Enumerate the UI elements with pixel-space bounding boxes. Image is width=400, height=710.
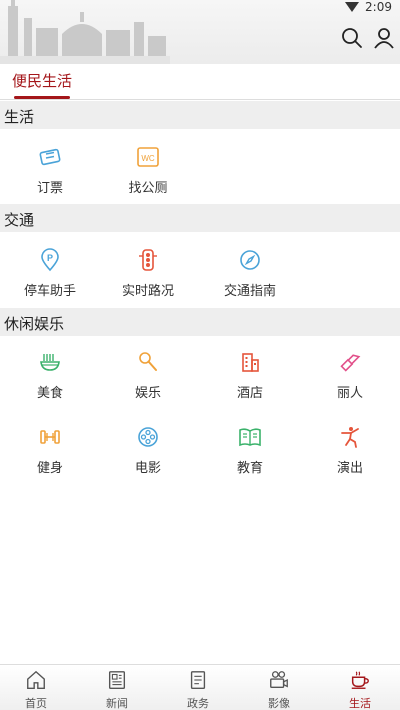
service-item-entertainment[interactable]: 娱乐 — [98, 350, 198, 410]
service-item-fitness[interactable]: 健身 — [0, 425, 100, 485]
service-item-live-traffic[interactable]: 实时路况 — [98, 248, 198, 308]
section-title: 交通 — [4, 211, 35, 229]
service-label: 找公厕 — [128, 181, 168, 196]
service-item-toilet[interactable]: WC 找公厕 — [98, 145, 198, 205]
nav-news[interactable]: 新闻 — [77, 669, 157, 710]
service-item-traffic-guide[interactable]: 交通指南 — [200, 248, 300, 308]
service-item-beauty[interactable]: 丽人 — [300, 350, 400, 410]
bottom-navigation: 首页 新闻 政务 影像 生活 — [0, 664, 400, 710]
nav-label: 首页 — [25, 697, 47, 710]
hotel-icon — [242, 353, 259, 372]
service-label: 美食 — [36, 386, 63, 401]
svg-text:P: P — [47, 253, 53, 263]
dumbbell-icon — [40, 430, 60, 444]
service-item-parking[interactable]: P 停车助手 — [0, 248, 100, 308]
service-item-performance[interactable]: 演出 — [300, 425, 400, 485]
book-icon — [239, 428, 261, 447]
wc-icon: WC — [137, 147, 159, 167]
header-banner: 2:09 — [0, 0, 400, 64]
active-tab-indicator — [14, 96, 70, 99]
service-label: 实时路况 — [121, 284, 174, 299]
search-icon[interactable] — [340, 26, 364, 50]
coffee-cup-icon — [351, 671, 369, 689]
nav-label: 新闻 — [106, 697, 128, 710]
user-profile-icon[interactable] — [372, 26, 396, 50]
section-header-life: 生活 — [0, 101, 400, 129]
service-label: 丽人 — [336, 386, 363, 401]
service-label: 停车助手 — [23, 284, 76, 299]
service-label: 教育 — [236, 461, 263, 476]
section-title: 休闲娱乐 — [4, 315, 65, 333]
svg-text:WC: WC — [141, 154, 155, 163]
noodle-bowl-icon — [40, 354, 60, 371]
ticket-icon — [39, 148, 61, 166]
service-item-education[interactable]: 教育 — [200, 425, 300, 485]
lipstick-icon — [340, 354, 361, 372]
service-label: 娱乐 — [134, 386, 161, 401]
home-icon — [27, 670, 45, 689]
microphone-icon — [139, 352, 157, 371]
nav-label: 政务 — [187, 697, 209, 710]
wifi-icon — [345, 2, 360, 12]
service-label: 交通指南 — [223, 284, 276, 299]
service-label: 酒店 — [236, 386, 263, 401]
tab-convenience-life[interactable]: 便民生活 — [12, 70, 72, 91]
service-item-food[interactable]: 美食 — [0, 350, 100, 410]
parking-icon: P — [41, 248, 59, 272]
nav-life[interactable]: 生活 — [320, 669, 400, 710]
dancer-icon — [341, 427, 359, 448]
newspaper-icon — [108, 671, 126, 689]
film-reel-icon — [138, 427, 158, 447]
nav-home[interactable]: 首页 — [0, 669, 76, 710]
compass-icon — [240, 250, 260, 270]
video-camera-icon — [270, 671, 288, 689]
nav-label: 影像 — [268, 697, 290, 710]
document-icon — [190, 671, 206, 689]
status-bar: 2:09 — [345, 0, 392, 14]
traffic-light-icon — [139, 249, 157, 271]
service-label: 电影 — [134, 461, 161, 476]
section-title: 生活 — [4, 108, 35, 126]
service-item-ticket[interactable]: 订票 — [0, 145, 100, 205]
city-skyline-illustration — [0, 0, 170, 64]
service-item-movie[interactable]: 电影 — [98, 425, 198, 485]
nav-government[interactable]: 政务 — [158, 669, 238, 710]
section-header-leisure: 休闲娱乐 — [0, 308, 400, 336]
status-time: 2:09 — [365, 0, 392, 14]
section-header-traffic: 交通 — [0, 204, 400, 232]
service-label: 健身 — [36, 461, 63, 476]
nav-label: 生活 — [349, 697, 371, 710]
tab-bar: 便民生活 — [0, 64, 400, 100]
service-item-hotel[interactable]: 酒店 — [200, 350, 300, 410]
service-label: 订票 — [36, 181, 63, 196]
service-label: 演出 — [336, 461, 363, 476]
nav-video[interactable]: 影像 — [239, 669, 319, 710]
